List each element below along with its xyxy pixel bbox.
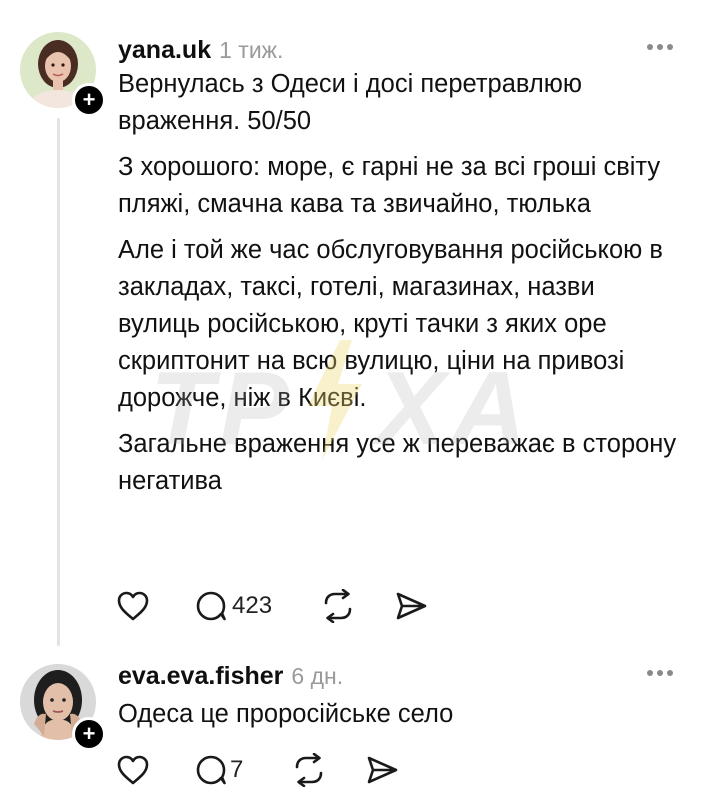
- username[interactable]: yana.uk: [118, 36, 211, 65]
- like-button[interactable]: [116, 590, 150, 622]
- post-paragraph: Загальне враження усе ж переважає в стор…: [118, 430, 677, 495]
- share-button[interactable]: [394, 590, 428, 622]
- thread-line: [57, 118, 60, 646]
- share-icon: [396, 592, 427, 620]
- post-actions: 423: [116, 589, 428, 623]
- like-button[interactable]: [116, 754, 150, 786]
- thread-post: + eva.eva.fisher 6 дн. Одеса це проросій…: [0, 650, 703, 800]
- post-time: 1 тиж.: [219, 37, 284, 63]
- post-time: 6 дн.: [291, 663, 344, 689]
- reply-icon: [196, 755, 226, 785]
- post-paragraph: Але і той же час обслуговування російськ…: [118, 236, 663, 412]
- reply-button[interactable]: 7: [194, 753, 243, 787]
- repost-button[interactable]: [320, 589, 356, 623]
- post-text: Одеса це проросійське село: [118, 696, 678, 742]
- repost-button[interactable]: [291, 753, 327, 787]
- username[interactable]: eva.eva.fisher: [118, 662, 283, 691]
- post-header: yana.uk 1 тиж.: [118, 36, 283, 65]
- more-icon[interactable]: [647, 44, 673, 50]
- post-paragraph: З хорошого: море, є гарні не за всі грош…: [118, 153, 661, 218]
- more-icon[interactable]: [647, 670, 673, 676]
- post-actions: 7: [116, 753, 399, 787]
- share-icon: [368, 756, 398, 784]
- reply-button[interactable]: 423: [194, 589, 272, 623]
- follow-plus-icon[interactable]: +: [72, 83, 106, 117]
- follow-plus-icon[interactable]: +: [72, 717, 106, 751]
- repost-icon: [324, 589, 352, 623]
- post-header: eva.eva.fisher 6 дн.: [118, 662, 343, 691]
- reply-count: 423: [232, 592, 273, 619]
- reply-count: 7: [230, 756, 244, 783]
- repost-icon: [296, 753, 323, 787]
- post-text: Вернулась з Одеси і досі перетравлюю вра…: [118, 66, 678, 509]
- thread-post: + yana.uk 1 тиж. Вернулась з Одеси і дос…: [0, 0, 703, 650]
- share-button[interactable]: [365, 754, 399, 786]
- post-paragraph: Одеса це проросійське село: [118, 700, 454, 728]
- reply-icon: [196, 591, 226, 621]
- heart-icon: [117, 755, 149, 785]
- post-paragraph: Вернулась з Одеси і досі перетравлюю вра…: [118, 70, 582, 135]
- heart-icon: [117, 591, 149, 621]
